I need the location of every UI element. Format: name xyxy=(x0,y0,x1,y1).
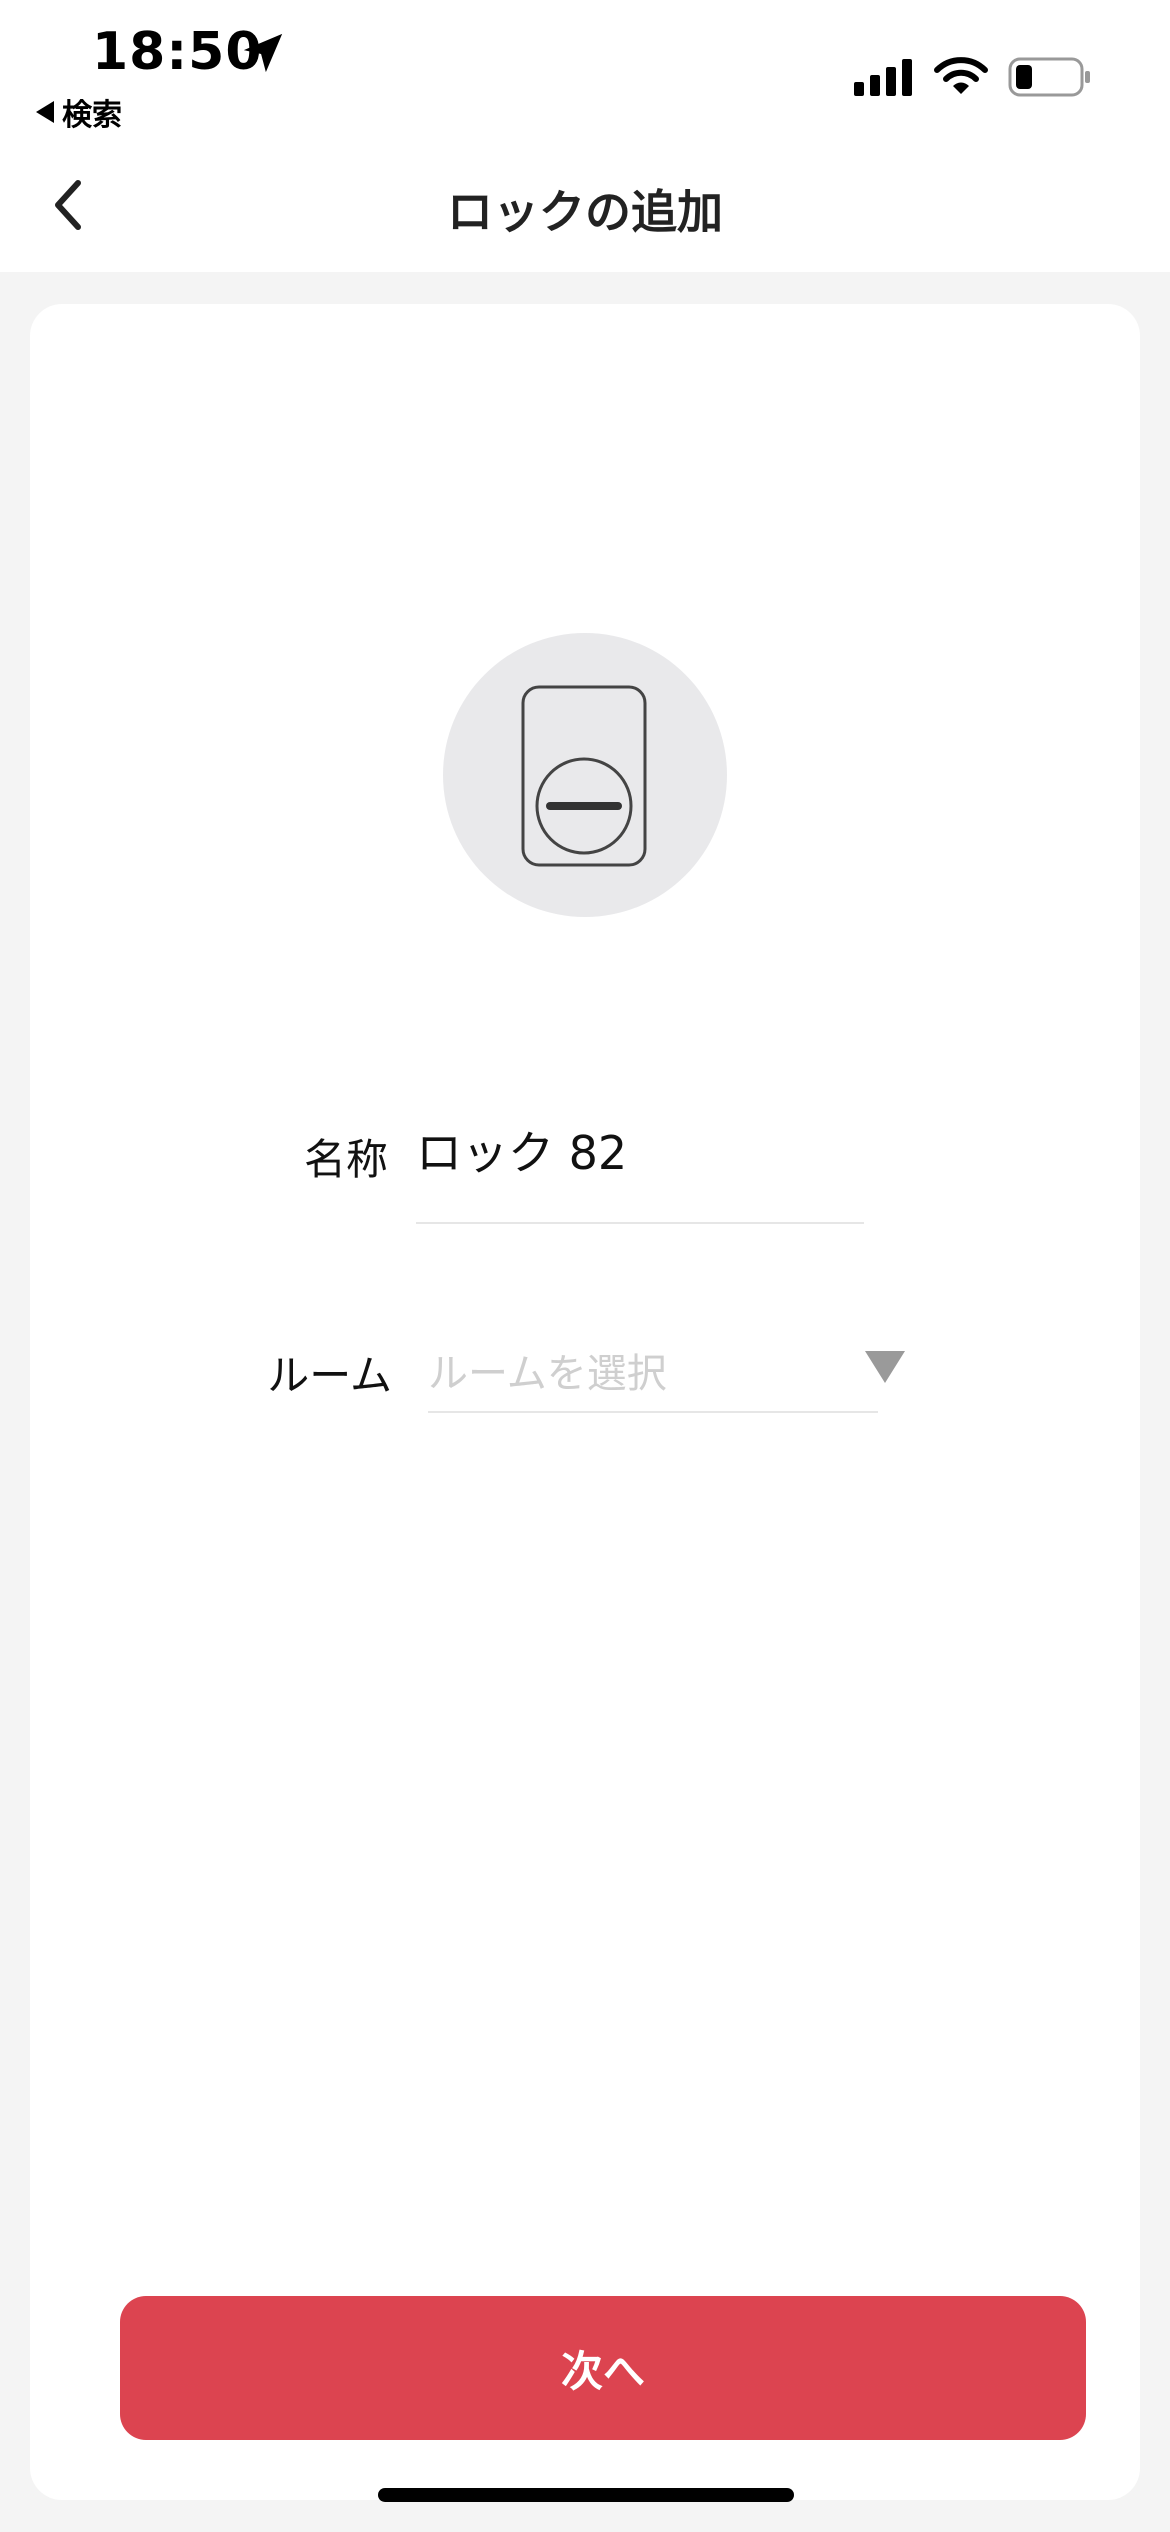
home-indicator[interactable] xyxy=(378,2488,794,2502)
back-to-search-link[interactable]: 検索 xyxy=(36,90,122,134)
room-label: ルーム xyxy=(267,1351,392,1400)
cellular-signal-icon xyxy=(854,59,912,96)
name-input[interactable] xyxy=(416,1120,864,1180)
name-label: 名称 xyxy=(303,1135,388,1184)
room-underline xyxy=(428,1411,878,1413)
dropdown-triangle-icon xyxy=(865,1351,905,1383)
back-app-label: 検索 xyxy=(62,98,122,133)
back-caret-icon xyxy=(36,101,54,123)
room-placeholder: ルームを選択 xyxy=(428,1351,667,1397)
name-underline xyxy=(416,1222,864,1224)
top-bar: 18:50 検索 ロックの追加 xyxy=(0,0,1170,272)
page-title: ロックの追加 xyxy=(447,185,723,239)
location-arrow-icon xyxy=(243,33,283,73)
status-time: 18:50 xyxy=(92,22,263,82)
smart-lock-icon xyxy=(521,685,647,867)
next-button[interactable]: 次へ xyxy=(120,2296,1086,2440)
battery-icon xyxy=(1008,57,1090,97)
room-select[interactable]: ルームを選択 xyxy=(428,1335,905,1405)
wifi-icon xyxy=(934,57,988,94)
